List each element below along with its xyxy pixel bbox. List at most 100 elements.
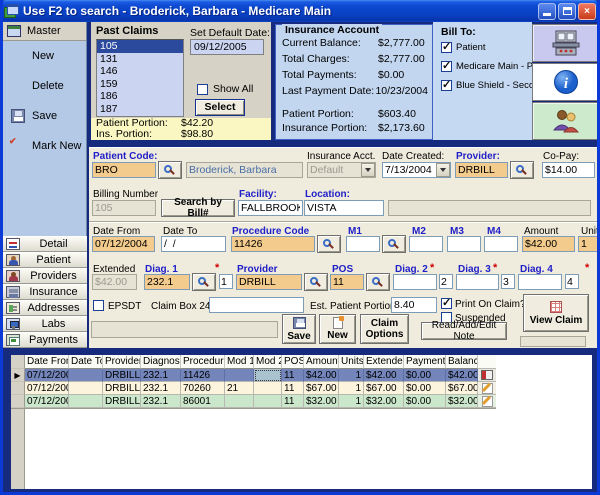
grid-cell[interactable]: $67.00 — [364, 382, 404, 395]
bill-to-checkbox[interactable] — [441, 61, 452, 72]
provider-input[interactable] — [455, 162, 508, 178]
select-button[interactable]: Select — [195, 99, 245, 116]
info-button[interactable]: i — [532, 63, 599, 101]
grid-column-header-date-from[interactable]: Date From — [25, 355, 69, 369]
bill-to-checkbox[interactable] — [441, 42, 452, 53]
units-input[interactable] — [578, 236, 599, 252]
table-row[interactable]: 07/12/2004DRBILL232.18600111$32.001$32.0… — [11, 395, 496, 408]
grid-cell[interactable]: 232.1 — [141, 369, 181, 382]
grid-column-header-amount[interactable]: Amount — [304, 355, 339, 369]
date-created-dropdown-icon[interactable] — [436, 163, 450, 177]
grid-cell[interactable] — [254, 369, 282, 382]
sidebar-item-detail[interactable]: Detail — [3, 236, 87, 252]
grid-cell[interactable] — [254, 382, 282, 395]
grid-cell[interactable]: $0.00 — [404, 395, 446, 408]
sidebar-action-mark-new[interactable]: Mark New — [3, 131, 86, 161]
est-patient-portion-input[interactable] — [391, 297, 437, 313]
set-default-date-field[interactable]: 09/12/2005 — [190, 39, 264, 55]
grid-column-header-pos[interactable]: POS — [282, 355, 304, 369]
maximize-button[interactable] — [558, 3, 576, 20]
date-to-input[interactable] — [161, 236, 226, 252]
row-action-button[interactable] — [478, 395, 496, 408]
patient-code-input[interactable] — [92, 162, 156, 178]
grid-column-header-balance[interactable]: Balance — [446, 355, 478, 369]
provider-search-button[interactable] — [510, 161, 534, 179]
m1-input[interactable] — [346, 236, 380, 252]
grid-cell[interactable]: 11 — [282, 395, 304, 408]
print-on-claim-checkbox[interactable] — [441, 298, 452, 309]
minimize-button[interactable] — [538, 3, 556, 20]
past-claim-item[interactable]: 159 — [97, 78, 183, 91]
grid-cell[interactable]: $0.00 — [404, 382, 446, 395]
grid-column-header-mod-1[interactable]: Mod 1 — [225, 355, 254, 369]
sidebar-item-insurance[interactable]: Insurance — [3, 284, 87, 300]
past-claim-item[interactable]: 105 — [97, 40, 183, 53]
past-claim-item[interactable]: 131 — [97, 53, 183, 66]
grid-cell[interactable]: 1 — [339, 382, 364, 395]
claim-options-button[interactable]: Claim Options — [360, 314, 409, 344]
grid-cell[interactable]: $0.00 — [404, 369, 446, 382]
row-action-button[interactable] — [478, 382, 496, 395]
past-claims-list[interactable]: 105131146159186187 — [96, 39, 184, 117]
sidebar-action-delete[interactable]: Delete — [3, 71, 86, 101]
sidebar-item-payments[interactable]: Payments — [3, 332, 87, 348]
grid-column-header-mod-2[interactable]: Mod 2 — [254, 355, 282, 369]
grid-column-header-units[interactable]: Units — [339, 355, 364, 369]
diag3-input[interactable] — [456, 274, 499, 290]
location-input[interactable] — [304, 200, 384, 216]
grid-cell[interactable] — [69, 395, 103, 408]
line-provider-input[interactable] — [236, 274, 302, 290]
grid-cell[interactable] — [225, 369, 254, 382]
grid-cell[interactable]: DRBILL — [103, 395, 141, 408]
past-claim-item[interactable]: 146 — [97, 65, 183, 78]
co-pay-input[interactable] — [542, 162, 595, 178]
read-add-edit-note-button[interactable]: Read/Add/Edit Note — [421, 322, 507, 340]
grid-cell[interactable]: $67.00 — [446, 382, 478, 395]
past-claim-item[interactable]: 186 — [97, 90, 183, 103]
insurance-acct-dropdown-icon[interactable] — [361, 163, 375, 177]
sidebar-action-save[interactable]: Save — [3, 101, 86, 131]
line-provider-search-button[interactable] — [304, 273, 328, 291]
close-button[interactable]: × — [578, 3, 596, 20]
table-row[interactable]: ▶07/12/2004DRBILL232.11142611$42.001$42.… — [11, 369, 496, 382]
diag2-pointer-box[interactable] — [439, 274, 453, 289]
grid-cell[interactable]: 07/12/2004 — [25, 369, 69, 382]
pos-search-button[interactable] — [366, 273, 390, 291]
grid-cell[interactable]: 07/12/2004 — [25, 382, 69, 395]
new-claim-button[interactable]: New — [319, 314, 356, 344]
grid-cell[interactable] — [254, 395, 282, 408]
grid-cell[interactable] — [69, 382, 103, 395]
grid-cell[interactable]: $42.00 — [364, 369, 404, 382]
grid-cell[interactable]: $32.00 — [304, 395, 339, 408]
grid-cell[interactable] — [225, 395, 254, 408]
patient-code-search-button[interactable] — [158, 161, 182, 179]
grid-cell[interactable]: $42.00 — [304, 369, 339, 382]
diag4-input[interactable] — [518, 274, 562, 290]
procedure-code-input[interactable] — [231, 236, 315, 252]
grid-column-header-provider[interactable]: Provider — [103, 355, 141, 369]
view-claim-button[interactable]: View Claim — [523, 294, 589, 332]
grid-column-header-diagnosis[interactable]: Diagnosis — [141, 355, 181, 369]
diag2-input[interactable] — [393, 274, 437, 290]
grid-cell[interactable]: 11426 — [181, 369, 225, 382]
grid-column-header-date-to[interactable]: Date To — [69, 355, 103, 369]
grid-cell[interactable]: 11 — [282, 369, 304, 382]
grid-cell[interactable]: 1 — [339, 369, 364, 382]
grid-cell[interactable]: $42.00 — [446, 369, 478, 382]
grid-cell[interactable] — [69, 369, 103, 382]
sidebar-item-providers[interactable]: Providers — [3, 268, 87, 284]
diag4-pointer-box[interactable] — [565, 274, 579, 289]
patients-button[interactable] — [532, 102, 599, 140]
m3-input[interactable] — [447, 236, 481, 252]
table-row[interactable]: 07/12/2004DRBILL232.1702602111$67.001$67… — [11, 382, 496, 395]
amount-input[interactable] — [522, 236, 575, 252]
grid-column-header-payments[interactable]: Payments — [404, 355, 446, 369]
pos-input[interactable] — [330, 274, 364, 290]
past-claim-item[interactable]: 187 — [97, 103, 183, 116]
grid-column-header-procedure[interactable]: Procedure — [181, 355, 225, 369]
sidebar-master-tab[interactable]: Master — [3, 22, 86, 41]
diag1-input[interactable] — [144, 274, 190, 290]
show-all-checkbox[interactable] — [197, 84, 208, 95]
m2-input[interactable] — [409, 236, 443, 252]
procedure-search-button[interactable] — [317, 235, 341, 253]
